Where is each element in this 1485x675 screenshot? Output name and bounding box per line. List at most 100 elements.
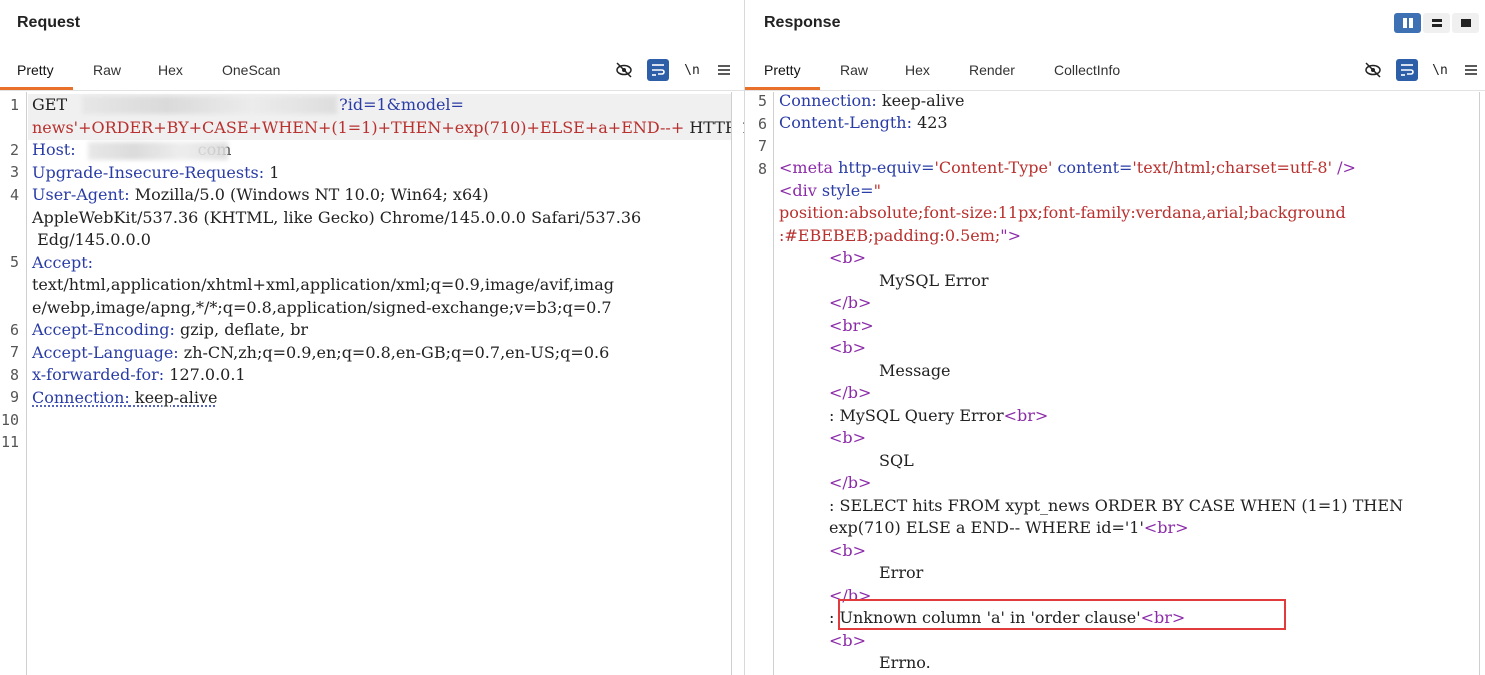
header-key: Accept-Encoding: bbox=[32, 320, 175, 339]
response-toolbar: \n bbox=[1362, 59, 1482, 81]
menu-icon[interactable] bbox=[1460, 59, 1482, 81]
single-view-icon[interactable] bbox=[1452, 13, 1479, 33]
header-key: User-Agent: bbox=[32, 185, 130, 204]
select-query-text: exp(710) ELSE a END-- WHERE id='1' bbox=[829, 518, 1144, 537]
active-tab-underline bbox=[0, 87, 73, 90]
b-open-tag: <b> bbox=[829, 337, 866, 359]
html-attr: style= bbox=[817, 181, 874, 200]
br-tag: <br> bbox=[1144, 518, 1189, 537]
sqli-payload: news'+ORDER+BY+CASE+WHEN+(1=1)+THEN+exp(… bbox=[32, 118, 684, 137]
request-toolbar: \n bbox=[613, 59, 738, 81]
line-number: 7 bbox=[0, 343, 19, 361]
request-line-4-wrap2: Edg/145.0.0.0 bbox=[32, 229, 151, 251]
request-line-5-wrap1: text/html,application/xhtml+xml,applicat… bbox=[32, 274, 614, 296]
newline-icon[interactable]: \n bbox=[1429, 59, 1451, 81]
query-error-line: : MySQL Query Error<br> bbox=[829, 405, 1048, 427]
response-pane: Response Pretty Raw Hex Render CollectIn… bbox=[745, 0, 1485, 675]
header-value: keep-alive bbox=[877, 91, 965, 110]
header-value: 127.0.0.1 bbox=[164, 365, 245, 384]
request-line-5: Accept: bbox=[32, 252, 93, 274]
line-number: 7 bbox=[745, 137, 767, 155]
tab-pretty[interactable]: Pretty bbox=[17, 62, 54, 78]
request-line-1b: news'+ORDER+BY+CASE+WHEN+(1=1)+THEN+exp(… bbox=[32, 117, 767, 139]
request-line-3: Upgrade-Insecure-Requests: 1 bbox=[32, 162, 279, 184]
line-number: 11 bbox=[0, 433, 19, 451]
html-attr: http-equiv= bbox=[833, 158, 934, 177]
mysql-error-text: MySQL Error bbox=[879, 270, 988, 292]
header-key: Connection: bbox=[779, 91, 877, 110]
html-attr-value: 'text/html;charset=utf-8' bbox=[1132, 158, 1332, 177]
tab-collectinfo[interactable]: CollectInfo bbox=[1054, 62, 1120, 78]
menu-icon[interactable] bbox=[713, 59, 735, 81]
select-query-line-1: : SELECT hits FROM xypt_news ORDER BY CA… bbox=[829, 495, 1403, 517]
line-number: 5 bbox=[745, 92, 767, 110]
tab-onescan[interactable]: OneScan bbox=[222, 62, 280, 78]
split-view-icon[interactable] bbox=[1394, 13, 1421, 33]
header-key: Accept: bbox=[32, 253, 93, 272]
html-attr-value: 'Content-Type' bbox=[935, 158, 1053, 177]
newline-label: \n bbox=[684, 63, 700, 78]
br-tag: <br> bbox=[1004, 406, 1049, 425]
b-open-tag: <b> bbox=[829, 630, 866, 652]
response-meta-line: <meta http-equiv='Content-Type' content=… bbox=[779, 157, 1356, 179]
response-scrollbar[interactable] bbox=[1479, 92, 1485, 675]
error-text: Error bbox=[879, 562, 923, 584]
header-key: x-forwarded-for: bbox=[32, 365, 164, 384]
response-editor[interactable]: 5 6 7 8 Connection: keep-alive Content-L… bbox=[745, 92, 1479, 675]
request-scrollbar[interactable] bbox=[731, 92, 741, 675]
line-number: 10 bbox=[0, 411, 19, 429]
b-close-tag: </b> bbox=[829, 292, 871, 314]
request-editor[interactable]: 1 2 3 4 5 6 7 8 9 10 11 GET ?id=1&model= … bbox=[0, 92, 731, 675]
b-open-tag: <b> bbox=[829, 427, 866, 449]
b-open-tag: <b> bbox=[829, 247, 866, 269]
tab-render[interactable]: Render bbox=[969, 62, 1015, 78]
hide-icon[interactable] bbox=[1362, 59, 1384, 81]
select-query-line-2: exp(710) ELSE a END-- WHERE id='1'<br> bbox=[829, 517, 1189, 539]
tab-raw[interactable]: Raw bbox=[93, 62, 121, 78]
newline-icon[interactable]: \n bbox=[681, 59, 703, 81]
br-tag: <br> bbox=[829, 315, 874, 337]
hide-icon[interactable] bbox=[613, 59, 635, 81]
wrap-icon[interactable] bbox=[1396, 59, 1418, 81]
horizontal-view-icon[interactable] bbox=[1423, 13, 1450, 33]
tab-raw[interactable]: Raw bbox=[840, 62, 868, 78]
response-div-style-2: :#EBEBEB;padding:0.5em;"> bbox=[779, 225, 1021, 247]
tab-hex[interactable]: Hex bbox=[905, 62, 930, 78]
request-line-5-wrap2: e/webp,image/apng,*/*;q=0.8,application/… bbox=[32, 297, 612, 319]
response-div-line: <div style=" bbox=[779, 180, 881, 202]
html-tag: <div bbox=[779, 181, 817, 200]
line-number: 9 bbox=[0, 388, 19, 406]
message-text: Message bbox=[879, 360, 951, 382]
header-key: Content-Length: bbox=[779, 113, 912, 132]
request-pane: Request Pretty Raw Hex OneScan \n 1 2 3 … bbox=[0, 0, 744, 675]
line-number: 3 bbox=[0, 163, 19, 181]
line-number: 5 bbox=[0, 253, 19, 271]
request-line-4-wrap1: AppleWebKit/537.36 (KHTML, like Gecko) C… bbox=[32, 207, 641, 229]
response-title: Response bbox=[764, 14, 840, 32]
html-attr: content= bbox=[1052, 158, 1132, 177]
line-number: 8 bbox=[0, 366, 19, 384]
redacted-path bbox=[82, 96, 337, 114]
header-value: zh-CN,zh;q=0.9,en;q=0.8,en-GB;q=0.7,en-U… bbox=[179, 343, 610, 362]
header-key: Accept-Language: bbox=[32, 343, 179, 362]
line-number: 6 bbox=[0, 321, 19, 339]
header-key: Host: bbox=[32, 140, 76, 159]
tab-pretty[interactable]: Pretty bbox=[764, 62, 801, 78]
query-error-text: : MySQL Query Error bbox=[829, 406, 1004, 425]
html-tag: <meta bbox=[779, 158, 833, 177]
tab-hex[interactable]: Hex bbox=[158, 62, 183, 78]
line-number: 2 bbox=[0, 141, 19, 159]
redacted-host bbox=[88, 142, 228, 160]
html-attr-value: :#EBEBEB;padding:0.5em; bbox=[779, 226, 1000, 245]
request-query: ?id=1&model= bbox=[339, 95, 464, 114]
response-div-style-1: position:absolute;font-size:11px;font-fa… bbox=[779, 202, 1346, 224]
request-line-9: Connection: keep-alive bbox=[32, 387, 217, 409]
highlight-annotation-box bbox=[838, 599, 1286, 630]
line-number: 6 bbox=[745, 115, 767, 133]
header-value: 1 bbox=[264, 163, 279, 182]
wrap-icon[interactable] bbox=[647, 59, 669, 81]
html-tag: "> bbox=[1000, 226, 1021, 245]
line-number: 1 bbox=[0, 96, 19, 114]
request-line-8: x-forwarded-for: 127.0.0.1 bbox=[32, 364, 246, 386]
header-key: Upgrade-Insecure-Requests: bbox=[32, 163, 264, 182]
